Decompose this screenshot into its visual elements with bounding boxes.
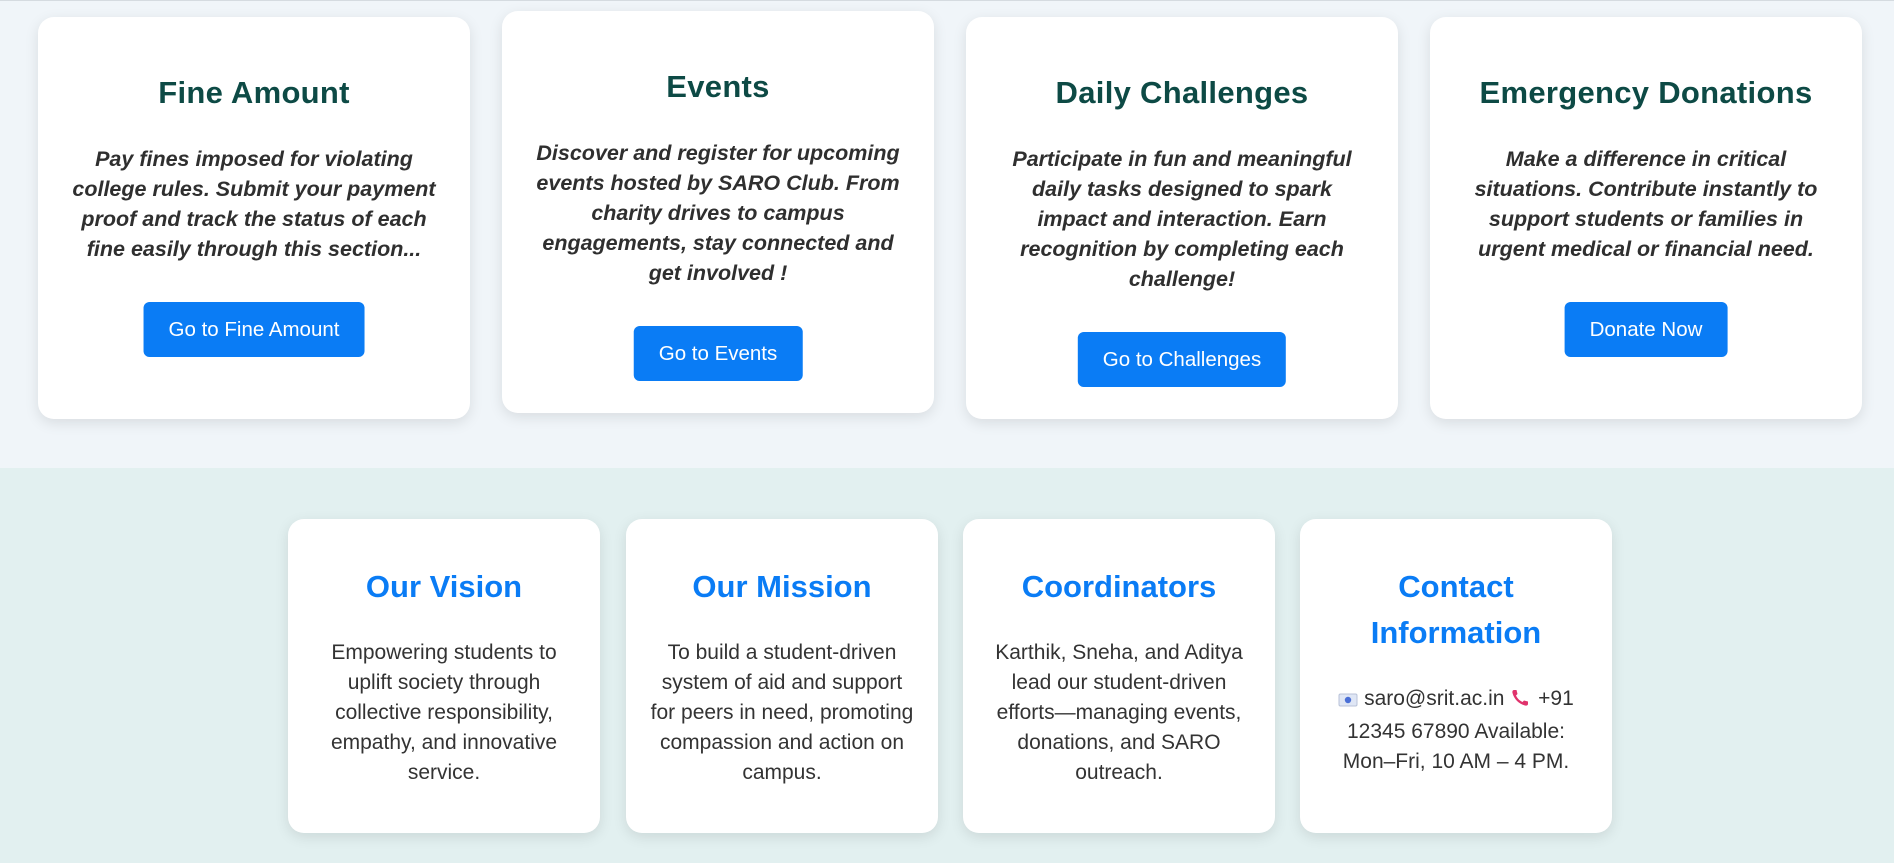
coordinators-card: Coordinators Karthik, Sneha, and Aditya … [963,519,1275,833]
fine-amount-title: Fine Amount [158,75,350,110]
go-to-fine-amount-button[interactable]: Go to Fine Amount [143,302,365,357]
coordinators-title: Coordinators [1021,569,1217,604]
phone-icon [1510,687,1532,717]
email-icon [1338,687,1358,717]
contact-card: Contact Information saro@srit.ac.in +91 … [1300,519,1612,833]
fine-amount-card: Fine Amount Pay fines imposed for violat… [38,17,470,419]
go-to-challenges-button[interactable]: Go to Challenges [1077,332,1287,387]
events-card: Events Discover and register for upcomin… [502,11,934,413]
daily-challenges-card: Daily Challenges Participate in fun and … [966,17,1398,419]
daily-challenges-title: Daily Challenges [1055,75,1309,110]
fine-amount-description: Pay fines imposed for violating college … [72,147,436,261]
coordinators-text: Karthik, Sneha, and Aditya lead our stud… [995,641,1243,784]
contact-email[interactable]: saro@srit.ac.in [1364,687,1504,710]
vision-title: Our Vision [365,569,523,604]
emergency-donations-title: Emergency Donations [1479,75,1813,110]
emergency-donations-card: Emergency Donations Make a difference in… [1430,17,1862,419]
contact-text: saro@srit.ac.in +91 12345 67890 Availabl… [1321,684,1591,777]
events-title: Events [666,69,770,104]
mission-text: To build a student-driven system of aid … [650,641,914,784]
contact-title: Contact Information [1370,569,1542,650]
vision-text: Empowering students to uplift society th… [330,641,558,784]
mission-card: Our Mission To build a student-driven sy… [626,519,938,833]
vision-card: Our Vision Empowering students to uplift… [288,519,600,833]
go-to-events-button[interactable]: Go to Events [633,326,803,381]
events-description: Discover and register for upcoming event… [536,141,900,285]
donate-now-button[interactable]: Donate Now [1564,302,1728,357]
mission-title: Our Mission [692,569,872,604]
emergency-donations-description: Make a difference in critical situations… [1474,147,1818,261]
daily-challenges-description: Participate in fun and meaningful daily … [1012,147,1352,291]
